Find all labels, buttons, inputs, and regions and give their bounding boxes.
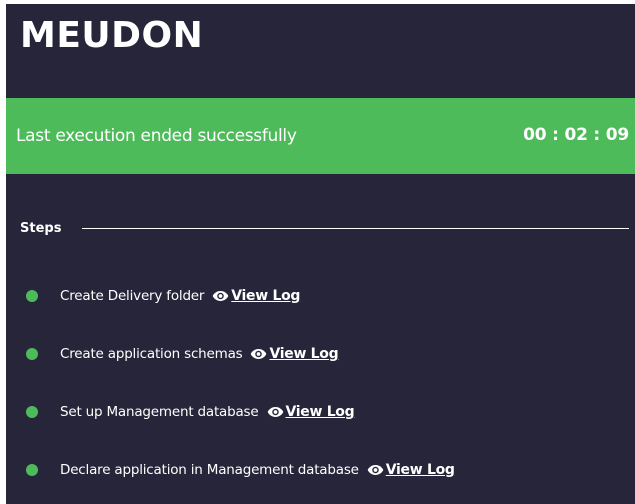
view-log-label: View Log (231, 288, 301, 304)
eye-icon (367, 465, 384, 475)
step-label: Create Delivery folder (60, 288, 205, 304)
view-log-label: View Log (269, 346, 339, 362)
eye-icon (251, 349, 267, 359)
success-status-dot (26, 406, 38, 418)
steps-heading: Steps (20, 221, 62, 236)
step-label: Set up Management database (60, 404, 259, 420)
step-item: Declare application in Management databa… (26, 459, 455, 481)
step-label: Create application schemas (60, 346, 243, 362)
steps-divider (82, 228, 629, 229)
success-status-dot (26, 464, 38, 476)
status-message: Last execution ended successfully (16, 126, 297, 146)
success-status-dot (26, 290, 38, 302)
eye-icon (212, 291, 229, 301)
status-banner: Last execution ended successfully 00 : 0… (6, 98, 635, 174)
step-item: Set up Management database View Log (26, 401, 355, 423)
step-item: Create application schemas View Log (26, 343, 339, 365)
eye-icon (267, 407, 283, 417)
view-log-label: View Log (385, 462, 455, 478)
view-log-link[interactable]: View Log (250, 346, 339, 362)
step-label: Declare application in Management databa… (60, 462, 359, 478)
steps-section-header: Steps (20, 220, 629, 240)
step-item: Create Delivery folder View Log (26, 285, 300, 307)
view-log-link[interactable]: View Log (367, 462, 455, 478)
view-log-link[interactable]: View Log (267, 404, 355, 420)
app-title: MEUDON (20, 15, 204, 56)
view-log-link[interactable]: View Log (212, 288, 300, 304)
elapsed-time: 00 : 02 : 09 (523, 125, 629, 145)
view-log-label: View Log (285, 404, 355, 420)
execution-panel: MEUDON Last execution ended successfully… (6, 4, 635, 504)
success-status-dot (26, 348, 38, 360)
